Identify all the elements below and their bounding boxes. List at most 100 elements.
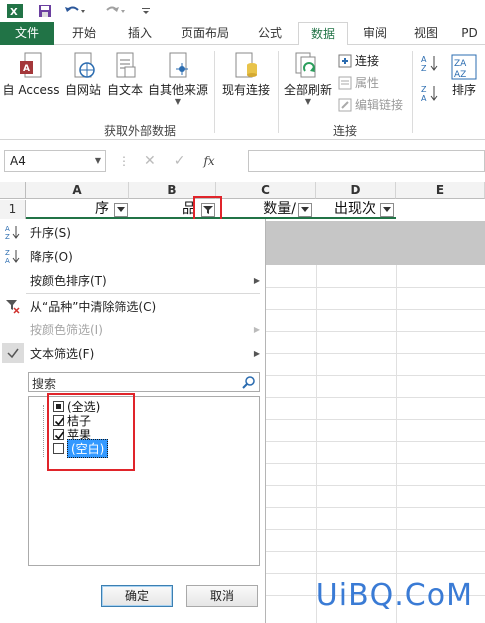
menu-separator	[26, 293, 260, 294]
menu-item-filter-by-color[interactable]: 按颜色筛选(I) ▶	[0, 318, 266, 340]
grid-line	[266, 551, 485, 552]
edit-links-icon	[338, 98, 352, 111]
ribbon-tabs: 文件 开始 插入 页面布局 公式 数据 审阅 视图 PD	[0, 22, 485, 46]
select-all-corner[interactable]	[0, 182, 26, 199]
svg-text:Z: Z	[421, 85, 427, 94]
edit-links-label: 编辑链接	[355, 98, 404, 112]
refresh-icon	[295, 52, 316, 78]
column-header-d[interactable]: D	[316, 182, 396, 199]
from-access-button[interactable]: A 自 Access	[2, 51, 60, 98]
menu-label-text-filter: 文本筛选(F)	[30, 346, 95, 361]
grid-line	[266, 397, 485, 398]
tree-line	[43, 405, 44, 457]
insert-function-icon[interactable]: fx	[203, 154, 214, 168]
formula-bar: A4 ▼ ⋮ ✕ ✓ fx	[0, 148, 485, 174]
connections-icon	[338, 54, 352, 67]
ok-button[interactable]: 确定	[101, 585, 173, 607]
properties-label: 属性	[355, 76, 380, 90]
formula-input[interactable]	[248, 150, 485, 172]
tab-view[interactable]: 视图	[402, 22, 450, 45]
grid-line	[266, 485, 485, 486]
filter-dropdown-a[interactable]	[114, 203, 128, 217]
sort-desc-icon: ZA	[4, 247, 22, 265]
svg-text:Z: Z	[5, 233, 10, 240]
connections-label: 连接	[355, 54, 380, 68]
enter-icon[interactable]: ✓	[174, 153, 186, 169]
edit-links-button[interactable]: 编辑链接	[338, 96, 403, 113]
refresh-all-label: 全部刷新	[283, 83, 332, 97]
name-box[interactable]: A4 ▼	[4, 150, 106, 172]
redo-icon[interactable]	[102, 2, 128, 20]
sort-label: 排序	[451, 83, 476, 97]
menu-item-text-filter[interactable]: 文本筛选(F) ▶	[0, 342, 266, 364]
tab-page-layout[interactable]: 页面布局	[170, 22, 240, 45]
menu-label-clear-filter: 从“品种”中清除筛选(C)	[30, 299, 157, 314]
column-header-c[interactable]: C	[216, 182, 316, 199]
menu-label-sort-desc: 降序(O)	[30, 249, 73, 264]
existing-connections-label: 现有连接	[221, 83, 270, 97]
tab-formulas[interactable]: 公式	[244, 22, 296, 45]
grid-line	[266, 353, 485, 354]
grid-line	[266, 375, 485, 376]
svg-text:AZ: AZ	[454, 70, 466, 80]
svg-text:A: A	[5, 257, 10, 264]
existing-connections-button[interactable]: 现有连接	[218, 51, 274, 98]
tab-pdf[interactable]: PD	[454, 22, 485, 45]
grid-line	[266, 507, 485, 508]
menu-label-sort-asc: 升序(S)	[30, 225, 71, 240]
search-placeholder: 搜索	[32, 377, 57, 391]
from-other-sources-button[interactable]: 自其他来源 ▼	[146, 51, 210, 106]
from-web-button[interactable]: 自网站	[62, 51, 104, 98]
refresh-all-button[interactable]: 全部刷新 ▼	[282, 51, 334, 106]
sort-a-to-z-button[interactable]: AZ	[420, 53, 440, 73]
column-header-e[interactable]: E	[396, 182, 485, 199]
cancel-button[interactable]: 取消	[186, 585, 258, 607]
menu-item-sort-asc[interactable]: AZ 升序(S)	[0, 221, 266, 243]
sort-asc-icon: AZ	[4, 223, 22, 241]
svg-text:A: A	[421, 94, 427, 103]
name-box-value: A4	[10, 154, 26, 168]
svg-text:A: A	[421, 55, 427, 64]
filter-dropdown-c[interactable]	[298, 203, 312, 217]
save-icon[interactable]	[36, 2, 54, 20]
ribbon: A 自 Access 自网站 自文本 自其他来源 ▼ 现有连接 全部刷新 ▼ 连…	[0, 45, 485, 140]
properties-button[interactable]: 属性	[338, 74, 379, 91]
grid-line	[266, 573, 485, 574]
tab-insert[interactable]: 插入	[114, 22, 166, 45]
ribbon-separator	[412, 51, 413, 133]
column-header-a[interactable]: A	[26, 182, 129, 199]
cancel-icon[interactable]: ✕	[144, 153, 156, 169]
svg-text:X: X	[10, 7, 18, 18]
excel-logo-icon: X	[4, 2, 26, 20]
tab-review[interactable]: 审阅	[352, 22, 398, 45]
chevron-down-icon[interactable]: ▼	[95, 151, 101, 171]
menu-item-sort-desc[interactable]: ZA 降序(O)	[0, 245, 266, 267]
menu-item-sort-by-color[interactable]: 按颜色排序(T) ▶	[0, 269, 266, 291]
search-icon[interactable]	[242, 375, 256, 392]
sort-z-to-a-button[interactable]: ZA	[420, 83, 440, 103]
customize-qat-icon[interactable]	[140, 2, 152, 20]
undo-icon[interactable]	[62, 2, 88, 20]
other-sources-icon	[169, 52, 188, 78]
row-header-1[interactable]: 1	[0, 200, 26, 219]
access-icon: A	[20, 52, 42, 78]
tab-home[interactable]: 开始	[58, 22, 110, 45]
grid-line	[266, 441, 485, 442]
submenu-arrow-icon: ▶	[253, 324, 260, 334]
submenu-arrow-icon: ▶	[253, 348, 260, 358]
filter-dropdown-d[interactable]	[380, 203, 394, 217]
filter-search-input[interactable]: 搜索	[28, 372, 260, 392]
from-text-button[interactable]: 自文本	[104, 51, 146, 98]
tab-data[interactable]: 数据	[298, 22, 348, 46]
tab-file[interactable]: 文件	[0, 22, 54, 45]
sort-button[interactable]: ZA AZ 排序	[446, 53, 482, 98]
submenu-arrow-icon: ▶	[253, 275, 260, 285]
sort-dialog-icon: ZAAZ	[451, 54, 477, 80]
menu-item-clear-filter[interactable]: 从“品种”中清除筛选(C)	[0, 295, 266, 317]
dropdown-arrow-icon	[301, 207, 309, 212]
from-other-sources-label: 自其他来源	[147, 83, 208, 97]
connections-button[interactable]: 连接	[338, 52, 379, 69]
grid-line	[396, 265, 397, 623]
highlight-list-items	[47, 393, 135, 471]
dropdown-arrow-icon	[383, 207, 391, 212]
